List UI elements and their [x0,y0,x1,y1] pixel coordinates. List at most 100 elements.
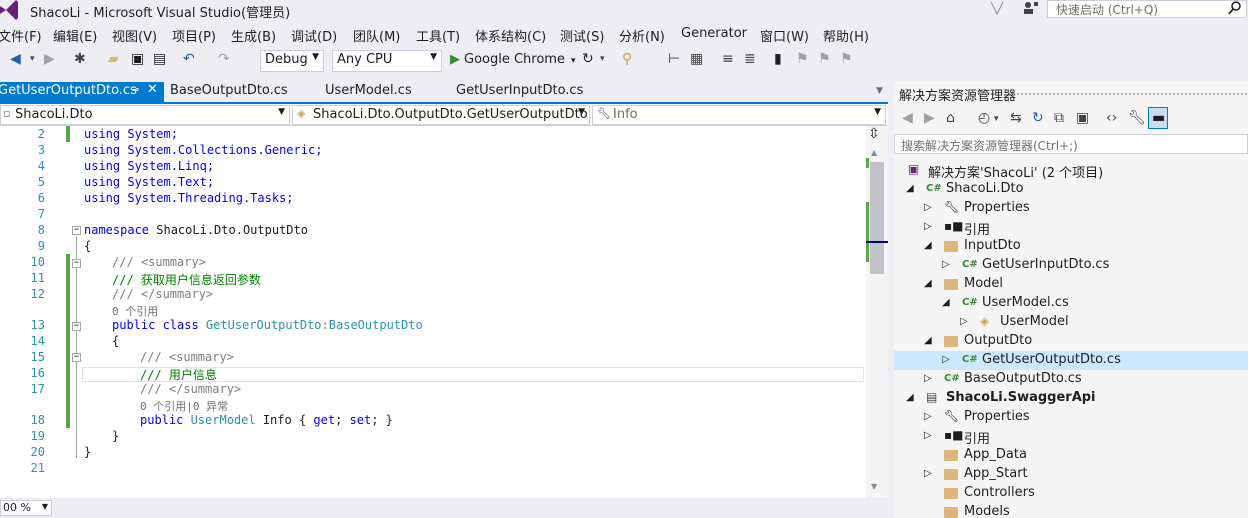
expanded-arrow-icon[interactable]: ◢ [924,278,932,289]
step-over-icon[interactable]: ▦ [690,51,703,67]
menu-view[interactable]: 视图(V) [112,26,157,45]
scroll-up-icon[interactable]: ▲ [871,148,877,157]
home-icon[interactable]: ⌂ [946,110,955,126]
tree-node-references[interactable]: ▷ ▪■ 引用 [894,218,1248,238]
quick-launch-search[interactable]: 快速启动 (Ctrl+Q) [1047,0,1247,18]
menu-help[interactable]: 帮助(H) [823,26,869,45]
chevron-down-icon[interactable]: ▾ [571,56,576,66]
collapsed-arrow-icon[interactable]: ▷ [924,373,932,384]
tree-node-usermodel-class[interactable]: ▷ ◈ UserModel [894,313,1248,332]
new-project-icon[interactable]: ✱ [74,51,86,67]
forward-icon[interactable]: ▶ [924,110,935,126]
expanded-arrow-icon[interactable]: ◢ [906,392,914,403]
panel-drag-grip[interactable] [1012,92,1248,96]
project-dropdown[interactable]: ▫ ShacoLi.Dto ▼ [0,105,290,125]
tab-overflow-dropdown-icon[interactable]: ▼ [876,86,883,96]
type-dropdown[interactable]: ◈ ShacoLi.Dto.OutputDto.GetUserOutputDto… [292,105,590,125]
notification-flag-icon[interactable] [988,0,1006,16]
menu-window[interactable]: 窗口(W) [760,26,809,45]
menu-debug[interactable]: 调试(D) [291,26,337,45]
code-editor[interactable]: 2 3 4 5 6 7 8 9 10 11 12 13 14 15 16 17 … [0,126,866,498]
codelens-references[interactable]: 0 个引用|0 异常 [140,398,228,414]
tab-getuseroutputdto[interactable]: GetUserOutputDto.cs ⊸ ✕ [0,82,164,102]
menu-edit[interactable]: 编辑(E) [53,26,97,45]
collapsed-arrow-icon[interactable]: ▷ [942,259,950,270]
comment-lines-icon[interactable]: ≡ [722,51,734,67]
tree-node-getuserinputdto[interactable]: ▷ C# GetUserInputDto.cs [894,256,1248,275]
menu-file[interactable]: 文件(F) [0,26,42,45]
tree-node-project-dto[interactable]: ◢ C# ShacoLi.Dto [894,180,1248,199]
tree-node-baseoutputdto[interactable]: ▷ C# BaseOutputDto.cs [894,370,1248,389]
start-debugging-button[interactable]: ▶ Google Chrome ▾ [450,50,576,72]
scroll-down-icon[interactable]: ▼ [871,482,877,491]
close-icon[interactable]: ✕ [147,82,158,97]
collapse-class-toggle[interactable]: − [72,322,81,331]
tree-node-properties[interactable]: ▷ 🔧︎ Properties [894,199,1248,218]
collapsed-arrow-icon[interactable]: ▷ [924,430,932,441]
bookmark-icon[interactable]: ▮ [774,51,782,67]
tree-node-getuseroutputdto[interactable]: ▷ C# GetUserOutputDto.cs [894,351,1248,370]
tree-node-folder-controllers[interactable]: Controllers [894,484,1248,503]
save-icon[interactable]: ▣ [131,51,144,67]
feedback-user-icon[interactable] [1022,0,1040,16]
redo-icon[interactable]: ↷ [218,51,230,67]
scrollbar-thumb[interactable] [870,162,884,274]
menu-team[interactable]: 团队(M) [353,26,400,45]
refresh-browser-icon[interactable]: ↻ [582,51,594,67]
navigate-back-icon[interactable]: ◀ [10,51,21,67]
tree-node-references[interactable]: ▷ ▪■ 引用 [894,427,1248,447]
show-all-files-icon[interactable]: ▣ [1076,110,1089,126]
tree-node-project-swaggerapi[interactable]: ◢ ▤ ShacoLi.SwaggerApi [894,389,1248,408]
collapse-namespace-toggle[interactable]: − [72,226,81,235]
codelens-references[interactable]: 0 个引用 [112,303,158,319]
undo-icon[interactable]: ↶ [183,51,195,67]
menu-project[interactable]: 项目(P) [172,26,216,45]
navigate-forward-icon[interactable]: ▶ [44,51,55,67]
next-bookmark-icon[interactable]: ⚑ [818,51,831,67]
collapsed-arrow-icon[interactable]: ▷ [924,202,932,213]
tab-baseoutputdto[interactable]: BaseOutputDto.cs [170,82,288,102]
editor-vertical-scrollbar[interactable]: ⇳ ▲ ▼ [866,126,888,498]
menu-tools[interactable]: 工具(T) [416,26,460,45]
find-in-files-icon[interactable]: ⚲ [622,51,632,67]
tab-getuserinputdto[interactable]: GetUserInputDto.cs [456,82,583,102]
solution-explorer-search[interactable]: 搜索解决方案资源管理器(Ctrl+;) [894,134,1248,154]
solution-platform-select[interactable]: Any CPU ▼ [332,50,442,72]
zoom-level-select[interactable]: 00 % ▼ [0,500,52,516]
search-icon[interactable] [1228,0,1242,16]
tree-node-properties[interactable]: ▷ 🔧︎ Properties [894,408,1248,427]
previous-bookmark-icon[interactable]: ⚑ [796,51,809,67]
collapsed-arrow-icon[interactable]: ▷ [924,468,932,479]
tree-node-folder-model[interactable]: ◢ Model [894,275,1248,294]
split-window-icon[interactable]: ⇳ [868,126,880,142]
tree-node-folder-models[interactable]: Models [894,503,1248,518]
menu-analyze[interactable]: 分析(N) [619,26,665,45]
save-all-icon[interactable]: ▤ [153,51,166,67]
solution-configuration-select[interactable]: Debug ▼ [260,50,324,72]
menu-architecture[interactable]: 体系结构(C) [475,26,546,45]
properties-wrench-icon[interactable]: 🔧︎ [1128,110,1146,126]
expanded-arrow-icon[interactable]: ◢ [924,240,932,251]
collapsed-arrow-icon[interactable]: ▷ [924,411,932,422]
menu-generator[interactable]: Generator [681,26,747,41]
collapse-summary-toggle[interactable]: − [72,259,81,268]
collapsed-arrow-icon[interactable]: ▷ [942,354,950,365]
pin-tab-icon[interactable]: ⊸ [130,83,139,96]
menu-build[interactable]: 生成(B) [231,26,276,45]
tree-node-folder-app-start[interactable]: ▷ App_Start [894,465,1248,484]
menu-test[interactable]: 测试(S) [560,26,604,45]
filter-dropdown-icon[interactable]: ▾ [994,114,999,124]
collapsed-arrow-icon[interactable]: ▷ [924,221,932,232]
pending-changes-filter-icon[interactable]: ◴ [978,110,990,126]
view-code-icon[interactable]: ‹› [1106,110,1117,126]
collapse-all-icon[interactable]: ⧉ [1054,110,1064,126]
refresh-dropdown-icon[interactable]: ▾ [600,54,605,64]
open-file-icon[interactable]: ▰ [108,51,119,67]
collapsed-arrow-icon[interactable]: ▷ [960,316,968,327]
clear-bookmarks-icon[interactable]: ⚑ [840,51,853,67]
member-dropdown[interactable]: 🔧︎ Info ▼ [592,105,886,125]
expanded-arrow-icon[interactable]: ◢ [924,335,932,346]
uncomment-lines-icon[interactable]: ≣ [744,51,756,67]
refresh-icon[interactable]: ↻ [1032,110,1044,126]
tree-node-usermodel-cs[interactable]: ◢ C# UserModel.cs [894,294,1248,313]
